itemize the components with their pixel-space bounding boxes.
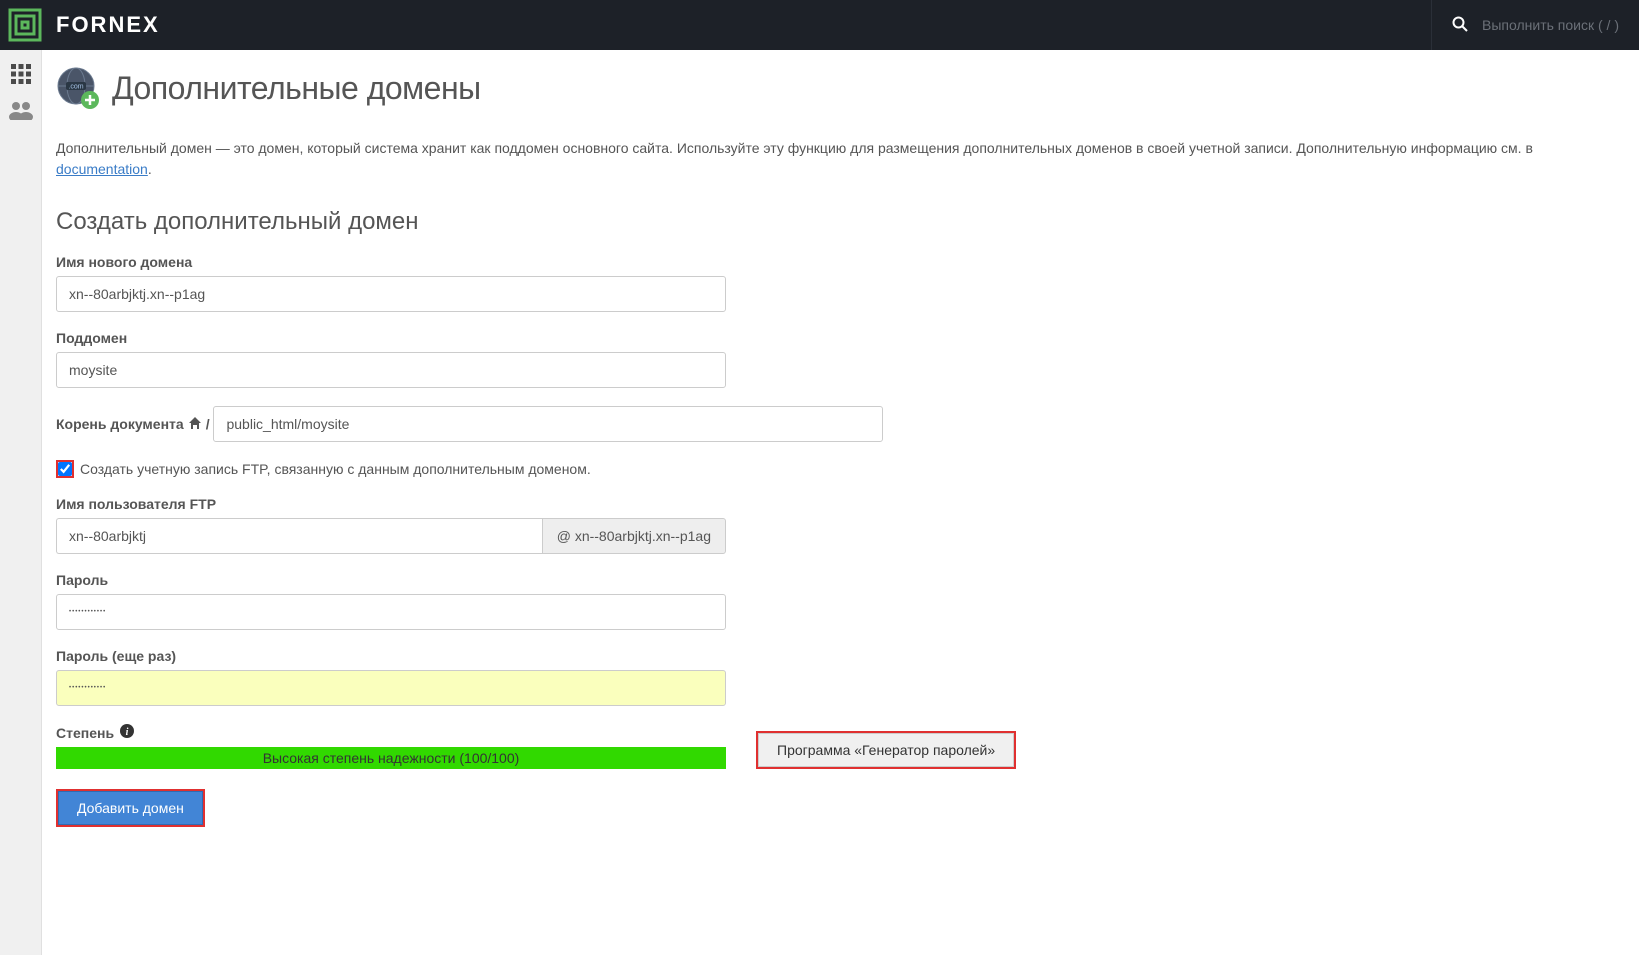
docroot-label-text: Корень документа <box>56 416 184 432</box>
search-placeholder: Выполнить поиск ( / ) <box>1482 17 1619 33</box>
svg-text:i: i <box>126 727 129 738</box>
submit-button-highlight: Добавить домен <box>56 789 205 827</box>
ftp-checkbox-highlight <box>56 460 74 478</box>
ftp-checkbox[interactable] <box>58 462 72 476</box>
subdomain-input[interactable] <box>56 352 726 388</box>
intro-text-after: . <box>148 161 152 177</box>
gen-button-highlight: Программа «Генератор паролей» <box>756 731 1016 769</box>
password2-input[interactable] <box>56 670 726 706</box>
add-domain-button[interactable]: Добавить домен <box>58 791 203 825</box>
page-title: Дополнительные домены <box>112 70 481 107</box>
ftp-checkbox-label: Создать учетную запись FTP, связанную с … <box>80 461 591 477</box>
home-icon <box>188 416 202 433</box>
sidebar-users-icon[interactable] <box>0 92 42 128</box>
info-icon[interactable]: i <box>120 724 134 741</box>
search-area[interactable]: Выполнить поиск ( / ) <box>1431 0 1639 50</box>
fornex-logo-icon <box>0 0 50 50</box>
strength-bar: Высокая степень надежности (100/100) <box>56 747 726 769</box>
logo-area: FORNEX <box>0 0 160 50</box>
ftp-user-input[interactable] <box>56 518 542 554</box>
password-label: Пароль <box>56 572 1609 588</box>
ftp-user-addon: @ xn--80arbjktj.xn--p1ag <box>542 518 726 554</box>
sidebar-apps-icon[interactable] <box>0 56 42 92</box>
addon-domains-icon: .com <box>56 66 100 110</box>
documentation-link[interactable]: documentation <box>56 161 148 177</box>
docroot-suffix: / <box>206 416 210 432</box>
intro-text-before: Дополнительный домен — это домен, которы… <box>56 140 1533 156</box>
strength-label-row: Степень i <box>56 724 134 741</box>
main-content: .com Дополнительные домены Дополнительны… <box>42 50 1639 955</box>
search-icon <box>1452 16 1468 35</box>
password2-label: Пароль (еще раз) <box>56 648 1609 664</box>
ftp-user-label: Имя пользователя FTP <box>56 496 1609 512</box>
brand-name: FORNEX <box>56 12 160 38</box>
intro-text: Дополнительный домен — это домен, которы… <box>56 138 1609 180</box>
new-domain-label: Имя нового домена <box>56 254 1609 270</box>
docroot-label: Корень документа / <box>56 416 210 433</box>
new-domain-input[interactable] <box>56 276 726 312</box>
docroot-input[interactable] <box>213 406 883 442</box>
password-input[interactable] <box>56 594 726 630</box>
subdomain-label: Поддомен <box>56 330 1609 346</box>
svg-text:.com: .com <box>68 84 83 91</box>
password-generator-button[interactable]: Программа «Генератор паролей» <box>758 733 1014 767</box>
section-heading: Создать дополнительный домен <box>56 208 1609 236</box>
sidebar <box>0 50 42 955</box>
strength-label: Степень <box>56 725 114 741</box>
top-header: FORNEX Выполнить поиск ( / ) <box>0 0 1639 50</box>
